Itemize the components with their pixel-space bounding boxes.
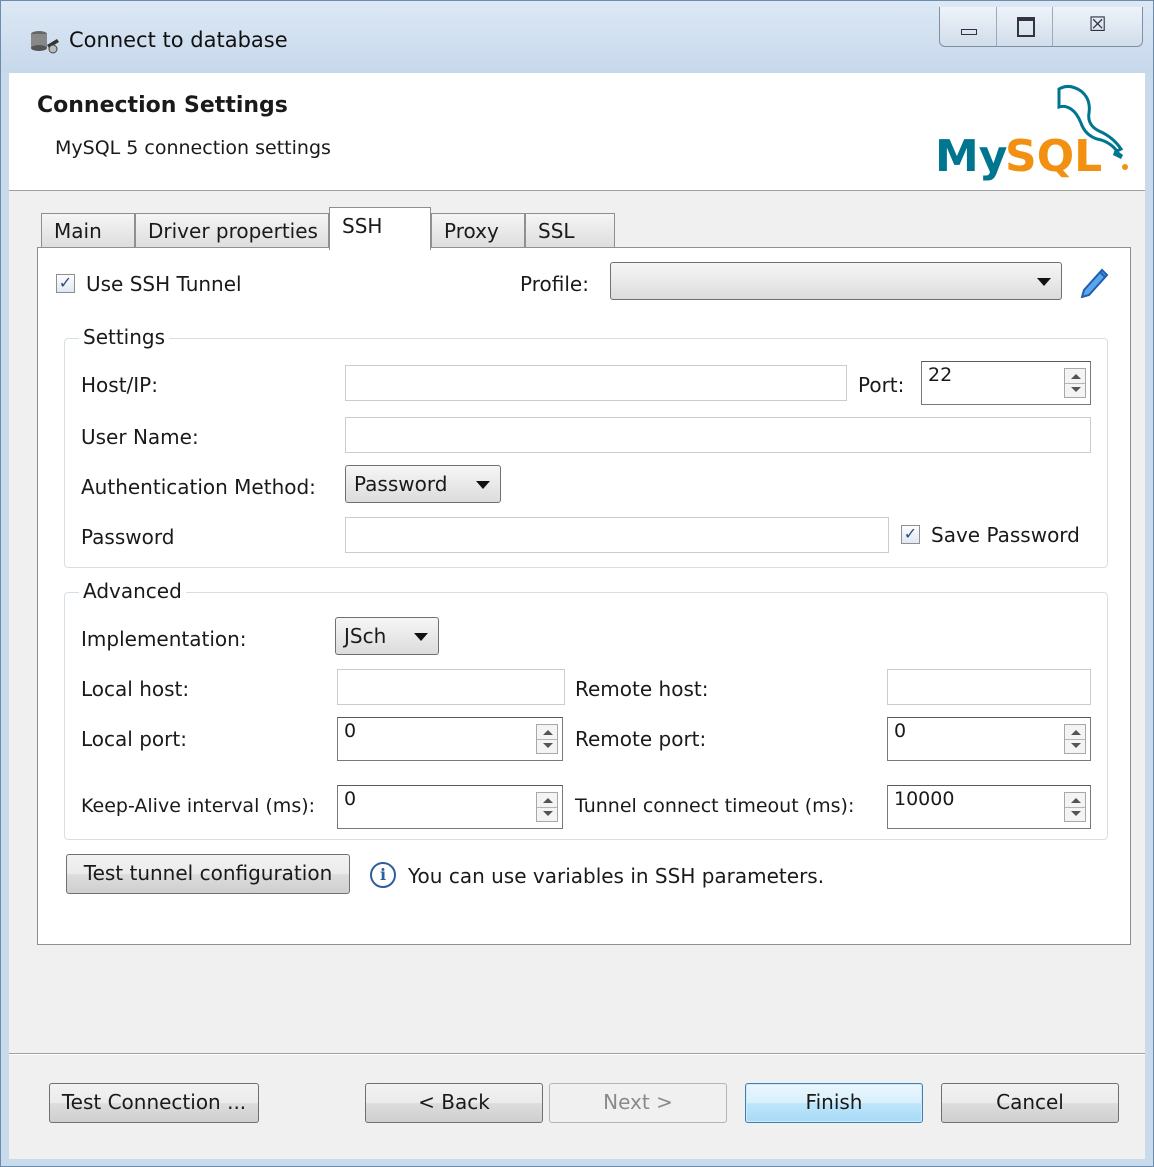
cancel-button[interactable]: Cancel xyxy=(941,1083,1119,1123)
footer-separator xyxy=(9,1053,1145,1054)
remote-port-label: Remote port: xyxy=(575,727,707,751)
tunnel-timeout-label: Tunnel connect timeout (ms): xyxy=(575,795,855,817)
use-ssh-tunnel-label: Use SSH Tunnel xyxy=(86,272,242,296)
window-title: Connect to database xyxy=(69,28,288,52)
local-port-label: Local port: xyxy=(81,727,187,751)
host-input[interactable] xyxy=(345,365,847,401)
implementation-select[interactable]: JSch xyxy=(335,617,439,655)
settings-group: Settings Host/IP: Port: 22 User Name: Au… xyxy=(64,325,1108,568)
profile-select[interactable] xyxy=(610,262,1062,300)
svg-text:My: My xyxy=(935,131,1007,182)
page-subtitle: MySQL 5 connection settings xyxy=(55,137,331,159)
tab-ssl[interactable]: SSL xyxy=(525,213,615,249)
dialog-window: Connect to database ☒ Connection Setting… xyxy=(0,0,1154,1167)
minimize-icon[interactable] xyxy=(940,7,997,46)
remote-host-label: Remote host: xyxy=(575,677,709,701)
implementation-label: Implementation: xyxy=(81,627,247,651)
local-port-spinner[interactable]: 0 xyxy=(337,717,563,761)
keepalive-label: Keep-Alive interval (ms): xyxy=(81,795,316,817)
remote-host-input[interactable] xyxy=(887,669,1091,705)
maximize-icon[interactable] xyxy=(997,7,1054,46)
port-label: Port: xyxy=(858,373,905,397)
info-icon: i xyxy=(370,862,396,888)
edit-pencil-icon[interactable] xyxy=(1078,264,1110,298)
tab-proxy[interactable]: Proxy xyxy=(431,213,525,249)
title-bar: Connect to database ☒ xyxy=(1,1,1153,73)
spinner-arrows[interactable] xyxy=(1064,792,1086,822)
page-title: Connection Settings xyxy=(37,93,288,118)
auth-method-select[interactable]: Password xyxy=(345,465,501,503)
port-spinner[interactable]: 22 xyxy=(921,361,1091,405)
use-ssh-tunnel-checkbox[interactable]: ✓ xyxy=(56,274,75,293)
spinner-arrows[interactable] xyxy=(536,792,558,822)
remote-port-spinner[interactable]: 0 xyxy=(887,717,1091,761)
tunnel-timeout-spinner[interactable]: 10000 xyxy=(887,785,1091,829)
mysql-logo: My SQL xyxy=(935,84,1128,182)
tab-ssh[interactable]: SSH xyxy=(329,207,431,250)
back-button[interactable]: < Back xyxy=(365,1083,543,1123)
advanced-group-title: Advanced xyxy=(79,579,186,603)
test-connection-button[interactable]: Test Connection ... xyxy=(49,1083,259,1123)
advanced-group: Advanced Implementation: JSch Local host… xyxy=(64,579,1108,840)
dropdown-arrow-icon xyxy=(1037,278,1051,286)
local-host-label: Local host: xyxy=(81,677,190,701)
keepalive-spinner[interactable]: 0 xyxy=(337,785,563,829)
ssh-tab-panel: ✓ Use SSH Tunnel Profile: Settings Host/… xyxy=(37,247,1131,945)
spinner-arrows[interactable] xyxy=(1064,724,1086,754)
user-name-input[interactable] xyxy=(345,417,1091,453)
password-input[interactable] xyxy=(345,517,889,553)
host-label: Host/IP: xyxy=(81,373,158,397)
svg-text:SQL: SQL xyxy=(1005,131,1102,182)
test-tunnel-button[interactable]: Test tunnel configuration xyxy=(66,854,350,894)
window-controls: ☒ xyxy=(939,7,1143,47)
dropdown-arrow-icon xyxy=(476,481,490,489)
dropdown-arrow-icon xyxy=(414,633,428,641)
finish-button[interactable]: Finish xyxy=(745,1083,923,1123)
database-connect-icon xyxy=(31,31,59,54)
local-host-input[interactable] xyxy=(337,669,565,705)
wizard-header: Connection Settings MySQL 5 connection s… xyxy=(9,73,1145,191)
password-label: Password xyxy=(81,525,175,549)
user-name-label: User Name: xyxy=(81,425,199,449)
spinner-arrows[interactable] xyxy=(1064,368,1086,398)
save-password-label: Save Password xyxy=(931,523,1080,547)
variables-hint: You can use variables in SSH parameters. xyxy=(408,864,825,888)
save-password-checkbox[interactable]: ✓ xyxy=(901,525,920,544)
profile-label: Profile: xyxy=(520,272,589,296)
tab-driver-properties[interactable]: Driver properties xyxy=(135,213,329,249)
settings-group-title: Settings xyxy=(79,325,170,349)
auth-method-label: Authentication Method: xyxy=(81,475,316,499)
spinner-arrows[interactable] xyxy=(536,724,558,754)
close-icon[interactable]: ☒ xyxy=(1053,7,1142,46)
tab-main[interactable]: Main xyxy=(41,213,135,249)
next-button[interactable]: Next > xyxy=(549,1083,727,1123)
dialog-client: Connection Settings MySQL 5 connection s… xyxy=(9,73,1145,1159)
